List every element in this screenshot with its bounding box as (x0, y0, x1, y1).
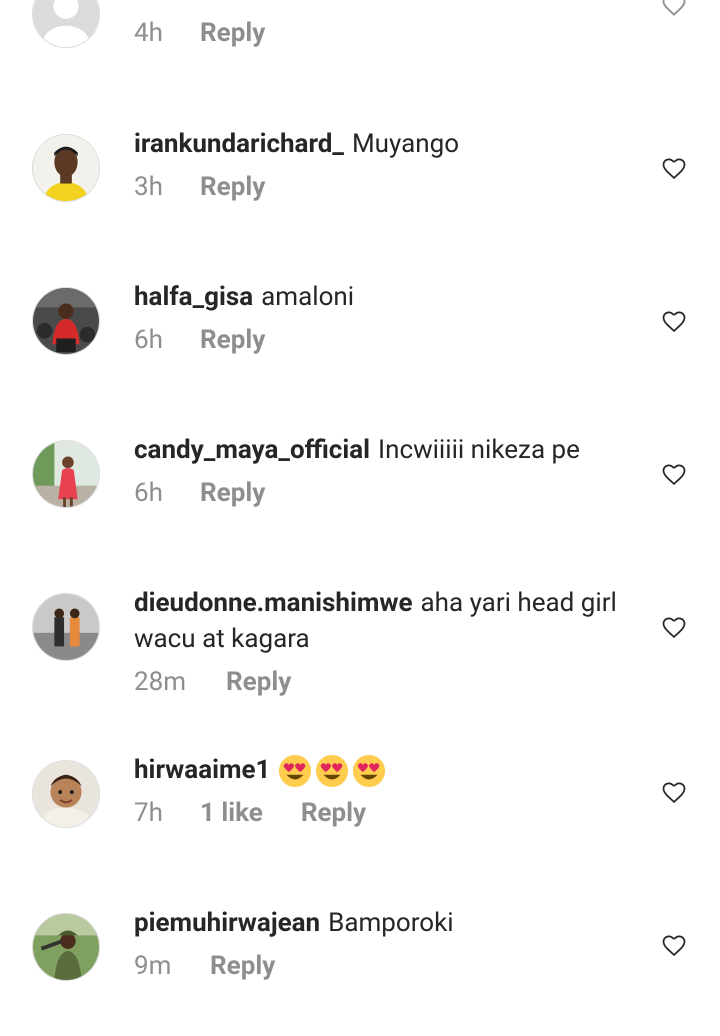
baby-photo-avatar-icon (33, 761, 99, 827)
avatar[interactable] (32, 440, 100, 508)
reply-button[interactable]: Reply (200, 172, 265, 202)
comment-username[interactable]: candy_maya_official (134, 435, 370, 465)
comment-text: dieudonne.manishimwe aha yari head girl w… (134, 585, 634, 657)
like-heart-icon[interactable] (660, 931, 688, 959)
group-photo-avatar-icon (33, 594, 99, 660)
like-heart-icon[interactable] (660, 778, 688, 806)
like-heart-icon[interactable] (660, 307, 688, 335)
avatar[interactable] (32, 913, 100, 981)
comment-username[interactable]: dieudonne.manishimwe (134, 588, 413, 618)
like-heart-icon[interactable] (660, 154, 688, 182)
comment-body: Incwiiiii nikeza pe (378, 435, 580, 465)
like-heart-icon[interactable] (660, 0, 688, 28)
avatar[interactable] (32, 134, 100, 202)
comment-time: 4h (134, 18, 163, 48)
comment-meta: 6h Reply (134, 478, 265, 508)
comment-text: hirwaaime1 (134, 752, 634, 788)
avatar[interactable] (32, 760, 100, 828)
comment-time: 3h (134, 172, 163, 202)
comment-time: 28m (134, 667, 187, 697)
comment-meta: 7h 1 like Reply (134, 798, 366, 828)
comment-body: Muyango (351, 129, 460, 159)
reply-button[interactable]: Reply (200, 478, 265, 508)
man-red-jacket-avatar-icon (33, 288, 99, 354)
comment-time: 6h (134, 478, 163, 508)
comment-body: Bamporoki (328, 908, 454, 938)
like-heart-icon[interactable] (660, 613, 688, 641)
comment-meta: 4h Reply (134, 18, 265, 48)
reply-button[interactable]: Reply (226, 667, 291, 697)
comment-text: candy_maya_official Incwiiiii nikeza pe (134, 432, 634, 468)
comment-username[interactable]: hirwaaime1 (134, 755, 270, 785)
comment-body: amaloni (261, 282, 355, 312)
comment-meta: 28m Reply (134, 667, 291, 697)
reply-button[interactable]: Reply (200, 325, 265, 355)
comment-body (278, 755, 389, 788)
avatar[interactable] (32, 287, 100, 355)
heart-eyes-emoji-icon (279, 755, 312, 788)
avatar[interactable] (32, 0, 100, 48)
comment-time: 6h (134, 325, 163, 355)
heart-eyes-emoji-icon (353, 755, 386, 788)
comment-text: halfa_gisa amaloni (134, 279, 634, 315)
comment-meta: 9m Reply (134, 951, 275, 981)
heart-eyes-emoji-icon (316, 755, 349, 788)
comment-username[interactable]: halfa_gisa (134, 282, 253, 312)
comment-text: irankundarichard_ Muyango (134, 126, 634, 162)
comment-text: piemuhirwajean Bamporoki (134, 905, 634, 941)
like-count[interactable]: 1 like (200, 798, 263, 828)
comment-username[interactable]: piemuhirwajean (134, 908, 320, 938)
like-heart-icon[interactable] (660, 460, 688, 488)
default-avatar-icon (33, 0, 99, 47)
reply-button[interactable]: Reply (200, 18, 265, 48)
comment-time: 7h (134, 798, 163, 828)
woman-red-dress-avatar-icon (33, 441, 99, 507)
soldier-photo-avatar-icon (33, 914, 99, 980)
comment-username[interactable]: irankundarichard_ (134, 129, 344, 159)
avatar[interactable] (32, 593, 100, 661)
comment-meta: 3h Reply (134, 172, 265, 202)
reply-button[interactable]: Reply (210, 951, 275, 981)
comment-meta: 6h Reply (134, 325, 265, 355)
reply-button[interactable]: Reply (301, 798, 366, 828)
comment-time: 9m (134, 951, 172, 981)
man-yellow-shirt-avatar-icon (33, 135, 99, 201)
